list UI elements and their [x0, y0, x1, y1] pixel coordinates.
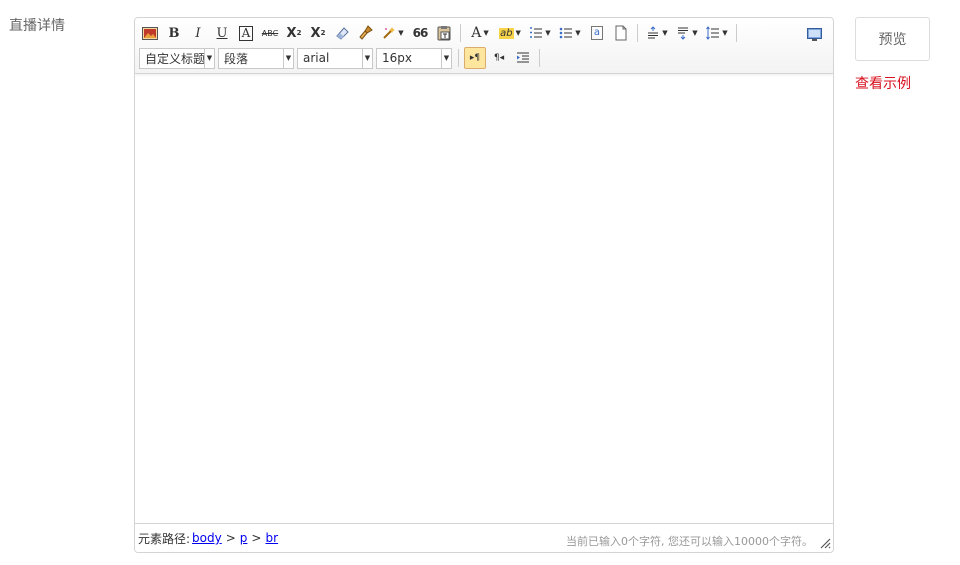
rtl-glyph: ¶◂: [493, 53, 505, 63]
toolbar-separator: [460, 24, 461, 42]
direction-ltr-button[interactable]: ▸¶: [464, 47, 486, 69]
element-path-label: 元素路径:: [138, 531, 191, 546]
superscript-glyph: X: [286, 25, 297, 41]
underline-button[interactable]: U: [211, 22, 233, 44]
chevron-down-icon: ▼: [283, 48, 293, 68]
magic-wand-icon: [383, 27, 396, 39]
element-path-separator: >: [251, 531, 262, 545]
element-path-separator: >: [225, 531, 236, 545]
background-color-dropdown[interactable]: ab ▼: [496, 22, 524, 44]
view-example-link[interactable]: 查看示例: [855, 73, 911, 93]
paragraph-spacing-bottom-dropdown[interactable]: ▼: [673, 22, 701, 44]
rich-text-editor: B I U A ABC X2 X2 ▼ 66 A ▼ ab ▼ ▼ ▼ a ▼ …: [134, 17, 834, 553]
toolbar-separator: [637, 24, 638, 42]
ltr-glyph: ▸¶: [469, 53, 481, 63]
anchor-button[interactable]: a: [586, 22, 608, 44]
chevron-down-icon: ▼: [483, 29, 489, 37]
spacing-bottom-icon: [678, 27, 689, 40]
toolbar-separator: [736, 24, 737, 42]
subscript-button[interactable]: X2: [307, 22, 329, 44]
font-border-glyph: A: [238, 25, 254, 41]
element-path-p[interactable]: p: [240, 531, 248, 545]
chevron-down-icon: ▼: [722, 29, 728, 37]
quote-glyph: 66: [412, 26, 429, 40]
blockquote-button[interactable]: 66: [409, 22, 431, 44]
superscript-mark: 2: [296, 29, 302, 37]
chevron-down-icon: ▼: [692, 29, 698, 37]
indent-icon[interactable]: [512, 47, 534, 69]
unordered-list-icon: [559, 27, 573, 39]
word-count: 当前已输入0个字符, 您还可以输入10000个字符。: [566, 535, 813, 548]
subscript-glyph: X: [310, 25, 321, 41]
element-path-br[interactable]: br: [265, 531, 278, 545]
editor-status-bar: 元素路径: body > p > br 当前已输入0个字符, 您还可以输入100…: [135, 523, 833, 552]
custom-heading-value: 自定义标题: [145, 51, 204, 66]
toolbar-row-2: 自定义标题 ▼ 段落 ▼ arial ▼ 16px ▼ ▸¶ ¶◂: [139, 46, 545, 70]
unordered-list-dropdown[interactable]: ▼: [556, 22, 584, 44]
chevron-down-icon: ▼: [515, 29, 521, 37]
line-height-icon: [706, 26, 720, 40]
direction-rtl-button[interactable]: ¶◂: [488, 47, 510, 69]
font-family-value: arial: [303, 51, 330, 65]
font-family-select[interactable]: arial ▼: [297, 47, 373, 69]
italic-button[interactable]: I: [187, 22, 209, 44]
fullscreen-icon[interactable]: [803, 23, 825, 45]
ordered-list-dropdown[interactable]: ▼: [526, 22, 554, 44]
custom-heading-select[interactable]: 自定义标题 ▼: [139, 47, 215, 69]
chevron-down-icon: ▼: [362, 48, 372, 68]
line-height-dropdown[interactable]: ▼: [703, 22, 731, 44]
chevron-down-icon: ▼: [441, 48, 451, 68]
chevron-down-icon: ▼: [545, 29, 551, 37]
resize-handle-icon[interactable]: [819, 537, 831, 549]
font-size-value: 16px: [382, 51, 412, 65]
chevron-down-icon: ▼: [575, 29, 581, 37]
spacing-top-icon: [648, 26, 659, 39]
page-icon[interactable]: [610, 22, 632, 44]
toolbar-separator: [539, 49, 540, 67]
editor-content-area[interactable]: [135, 74, 833, 524]
paragraph-format-select[interactable]: 段落 ▼: [218, 47, 294, 69]
chevron-down-icon: ▼: [204, 48, 214, 68]
ordered-list-icon: [530, 27, 543, 38]
chevron-down-icon: ▼: [662, 29, 668, 37]
auto-format-dropdown[interactable]: ▼: [379, 22, 407, 44]
font-border-button[interactable]: A: [235, 22, 257, 44]
anchor-glyph: a: [590, 26, 604, 40]
font-size-select[interactable]: 16px ▼: [376, 47, 452, 69]
toolbar-row-1: B I U A ABC X2 X2 ▼ 66 A ▼ ab ▼ ▼ ▼ a ▼ …: [139, 21, 742, 45]
font-color-glyph: A: [471, 25, 482, 41]
eraser-icon[interactable]: [331, 22, 353, 44]
bold-button[interactable]: B: [163, 22, 185, 44]
element-path-body[interactable]: body: [192, 531, 222, 545]
font-color-dropdown[interactable]: A ▼: [466, 22, 494, 44]
subscript-mark: 2: [320, 29, 326, 37]
background-color-glyph: ab: [499, 27, 514, 39]
field-label: 直播详情: [9, 18, 65, 34]
strike-glyph: ABC: [261, 28, 279, 38]
chevron-down-icon: ▼: [398, 29, 404, 37]
paste-plain-icon[interactable]: [433, 22, 455, 44]
insert-image-icon[interactable]: [139, 22, 161, 44]
format-painter-icon[interactable]: [355, 22, 377, 44]
preview-button[interactable]: 预览: [855, 17, 930, 61]
editor-toolbar: B I U A ABC X2 X2 ▼ 66 A ▼ ab ▼ ▼ ▼ a ▼ …: [135, 18, 833, 74]
strikethrough-button[interactable]: ABC: [259, 22, 281, 44]
toolbar-separator: [458, 49, 459, 67]
superscript-button[interactable]: X2: [283, 22, 305, 44]
paragraph-format-value: 段落: [224, 51, 249, 66]
paragraph-spacing-top-dropdown[interactable]: ▼: [643, 22, 671, 44]
